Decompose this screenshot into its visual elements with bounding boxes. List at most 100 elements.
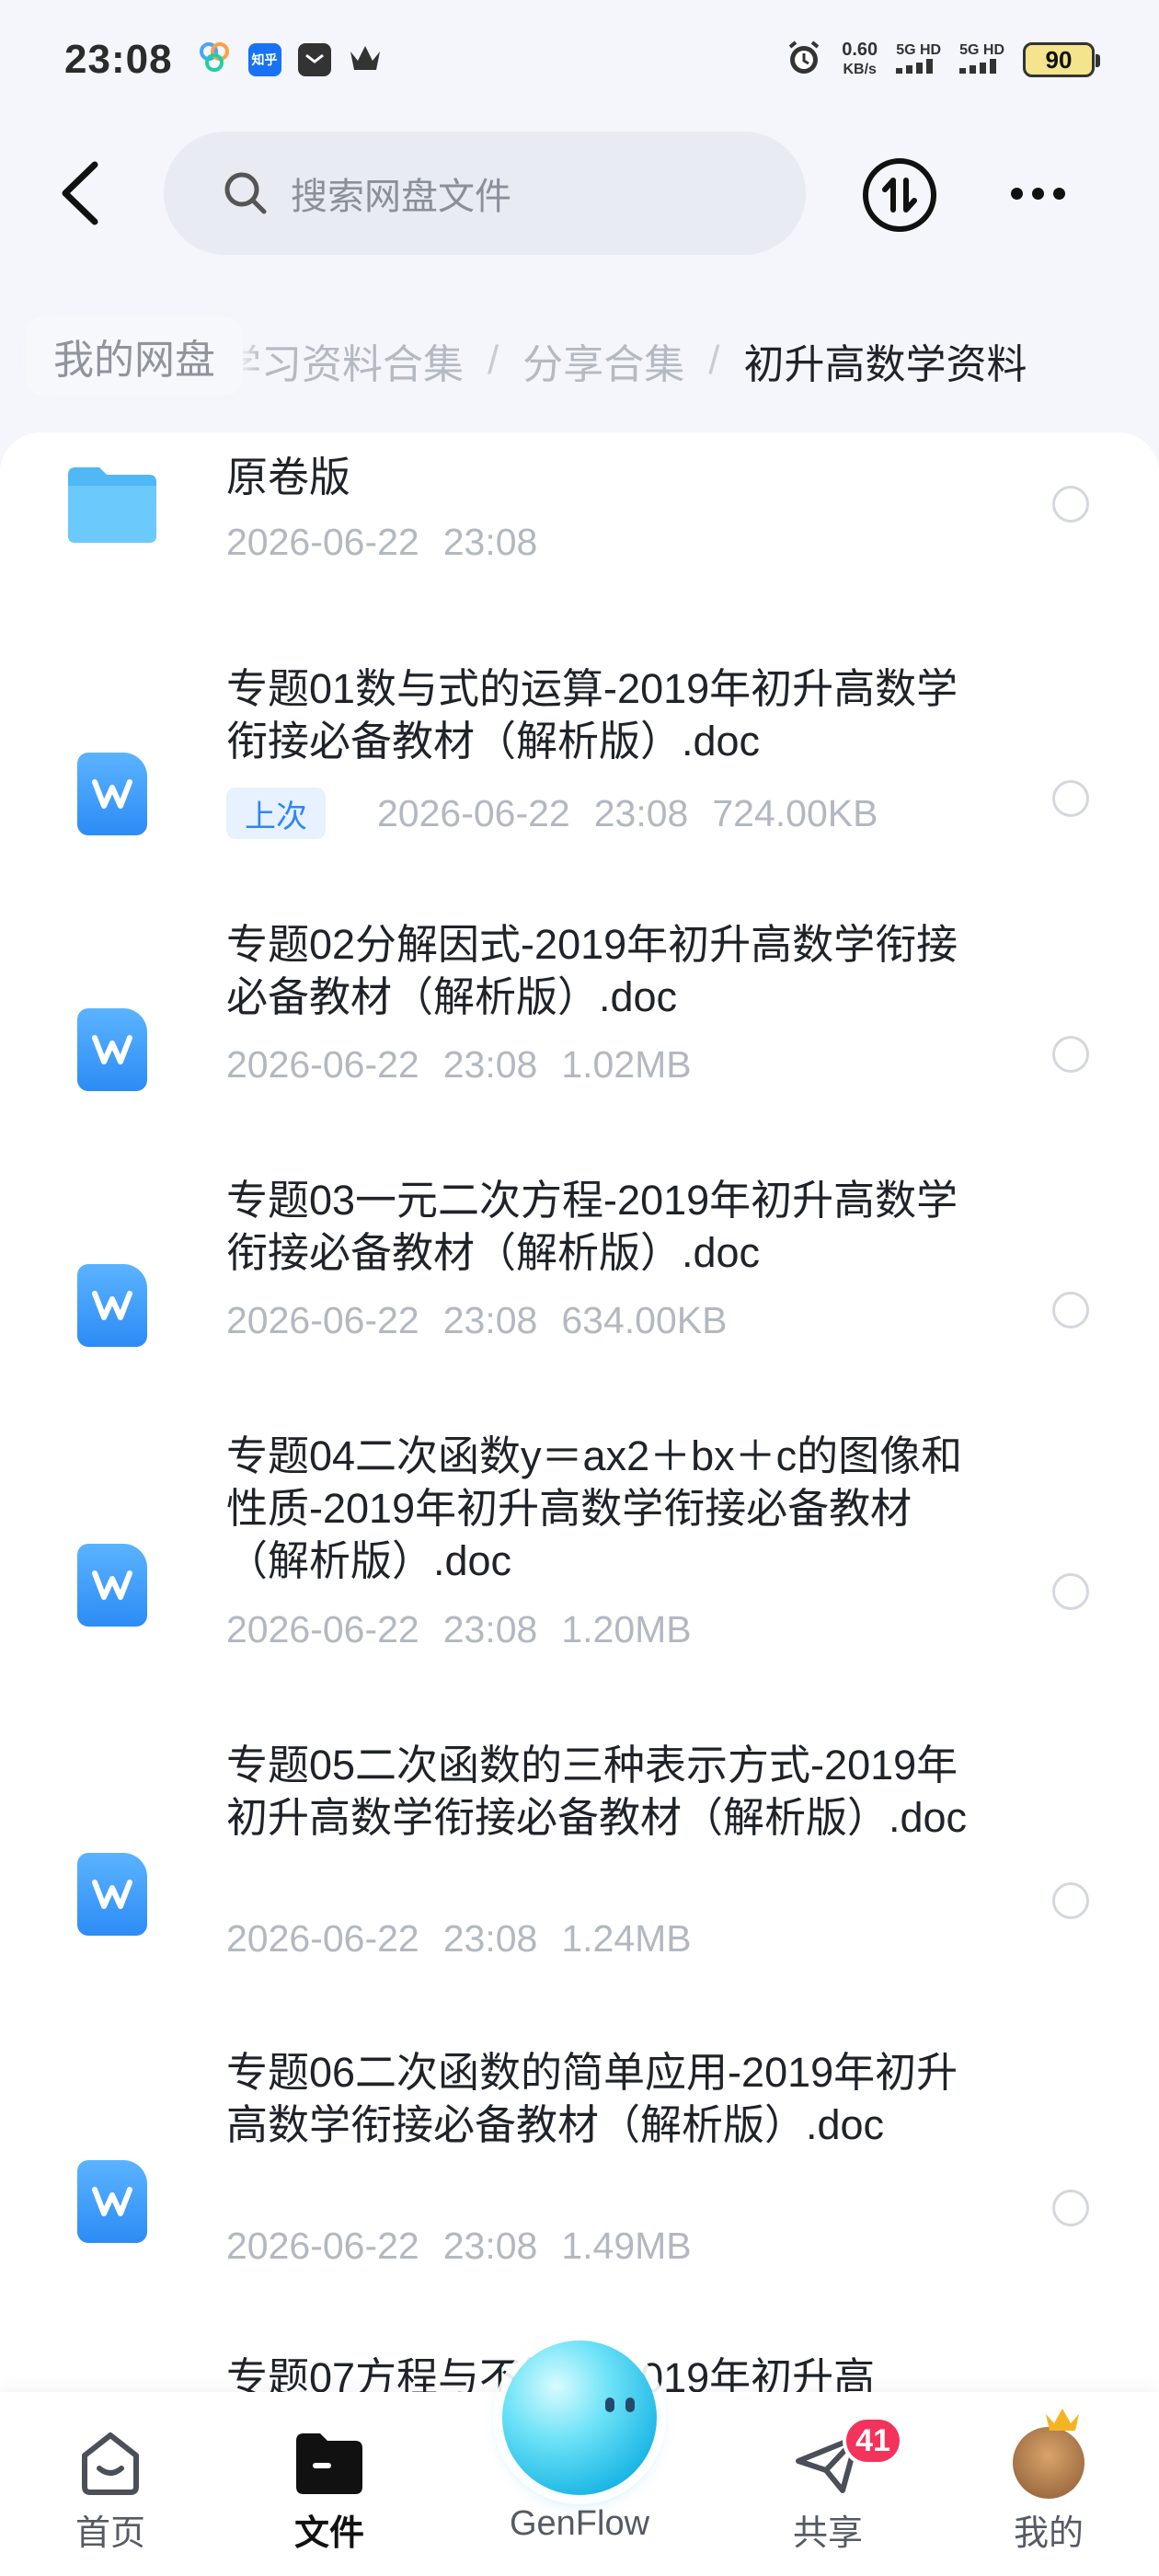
file-meta: 2026-06-22 23:08 1.20MB (226, 1608, 692, 1651)
nav-mine[interactable]: 我的 (957, 2392, 1141, 2576)
back-button[interactable] (48, 156, 112, 230)
breadcrumb-separator: / (708, 338, 720, 383)
file-name: 原卷版 (226, 454, 351, 500)
breadcrumb-root[interactable]: 我的网盘 (26, 316, 243, 396)
orb-eye-left (605, 2398, 614, 2412)
word-doc-icon (77, 1264, 147, 1347)
nav-home[interactable]: 首页 (18, 2392, 202, 2576)
avatar-icon (1013, 2409, 1084, 2499)
top-bar: 搜索网盘文件 (0, 129, 1159, 258)
breadcrumb-current: 初升高数学资料 (743, 342, 1027, 387)
genflow-icon[interactable] (502, 2340, 657, 2495)
mail-icon (297, 43, 331, 76)
word-doc-icon (77, 753, 147, 835)
file-date: 2026-06-22 (226, 1917, 419, 1960)
select-radio[interactable] (1052, 1292, 1089, 1328)
file-date: 2026-06-22 (226, 1043, 419, 1086)
file-size: 724.00KB (712, 791, 878, 834)
select-radio[interactable] (1052, 1573, 1089, 1610)
alarm-icon (785, 39, 823, 82)
list-item[interactable]: 专题02分解因式-2019年初升高数学衔接必备教材（解析版）.doc 2026-… (0, 918, 1159, 1167)
file-list: 原卷版 2026-06-22 23:08 专题01数与式的运算-2019年初升高… (0, 432, 1159, 2576)
more-icon (1010, 187, 1023, 200)
file-name: 专题05二次函数的三种表示方式-2019年初升高数学衔接必备教材（解析版）.do… (226, 1742, 968, 1841)
select-radio[interactable] (1052, 780, 1089, 817)
chevron-left-icon (62, 161, 98, 225)
more-icon-dot (1031, 187, 1044, 200)
list-item[interactable]: 专题05二次函数的三种表示方式-2019年初升高数学衔接必备教材（解析版）.do… (0, 1739, 1159, 2033)
file-size: 634.00KB (561, 1299, 728, 1341)
home-icon (74, 2425, 147, 2501)
word-doc-icon (77, 1544, 147, 1627)
file-size: 1.02MB (561, 1043, 692, 1086)
file-name: 专题03一元二次方程-2019年初升高数学衔接必备教材（解析版）.doc (226, 1177, 958, 1276)
file-name: 专题01数与式的运算-2019年初升高数学衔接必备教材（解析版）.doc (226, 665, 958, 765)
recent-tag: 上次 (226, 788, 326, 839)
file-meta: 2026-06-22 23:08 (226, 521, 537, 564)
zhihu-icon: 知乎 (247, 43, 281, 76)
signal-2: 5G HD (959, 42, 1004, 78)
file-time: 23:08 (442, 1608, 538, 1650)
nav-share[interactable]: 41 共享 (736, 2392, 920, 2576)
list-item[interactable]: 原卷版 2026-06-22 23:08 (0, 432, 1159, 635)
nav-label: GenFlow (509, 2504, 650, 2543)
more-icon-dot (1052, 187, 1065, 200)
list-item[interactable]: 专题01数与式的运算-2019年初升高数学衔接必备教材（解析版）.doc 上次 … (0, 662, 1159, 911)
file-time: 23:08 (442, 1917, 538, 1960)
file-time: 23:08 (593, 791, 689, 834)
more-button[interactable] (1001, 156, 1074, 230)
breadcrumb-trail: 学习资料合集 / 分享合集 / 初升高数学资料 (221, 331, 1027, 390)
folder-icon (68, 467, 156, 543)
nav-label: 首页 (75, 2514, 145, 2553)
select-radio[interactable] (1052, 1882, 1089, 1919)
file-time: 23:08 (442, 521, 538, 563)
network-speed: 0.60 KB/s (842, 40, 878, 77)
status-bar: 23:08 知乎 0.60 KB/s 5G HD 5G HD 90 (0, 0, 1159, 120)
file-size: 1.20MB (561, 1608, 692, 1650)
file-time: 23:08 (442, 1299, 538, 1341)
nav-label: 我的 (1013, 2514, 1084, 2553)
select-radio[interactable] (1052, 1036, 1089, 1073)
signal-1: 5G HD (896, 42, 941, 78)
crown-app-icon (348, 42, 383, 78)
search-icon (224, 172, 267, 214)
file-meta: 2026-06-22 23:08 1.49MB (226, 2225, 692, 2268)
transfer-button[interactable] (863, 158, 936, 232)
file-date: 2026-06-22 (226, 2225, 419, 2267)
search-placeholder: 搜索网盘文件 (291, 177, 511, 217)
breadcrumb: 学习资料合集 / 分享合集 / 初升高数学资料 我的网盘 (0, 313, 1159, 401)
pinwheel-icon (197, 40, 232, 80)
file-meta: 上次 2026-06-22 23:08 724.00KB (226, 788, 878, 839)
status-right: 0.60 KB/s 5G HD 5G HD 90 (785, 39, 1100, 82)
list-item[interactable]: 专题04二次函数y＝ax2＋bx＋c的图像和性质-2019年初升高数学衔接必备教… (0, 1430, 1159, 1724)
nav-label: 文件 (293, 2514, 364, 2553)
list-item[interactable]: 专题03一元二次方程-2019年初升高数学衔接必备教材（解析版）.doc 202… (0, 1174, 1159, 1422)
select-radio[interactable] (1052, 2190, 1089, 2226)
nav-label: 共享 (792, 2514, 863, 2553)
status-app-icons: 知乎 (197, 40, 383, 80)
breadcrumb-item[interactable]: 学习资料合集 (221, 331, 464, 390)
file-date: 2026-06-22 (377, 791, 570, 834)
nav-files[interactable]: 文件 (237, 2392, 421, 2576)
file-size: 1.24MB (561, 1917, 692, 1960)
list-item[interactable]: 专题06二次函数的简单应用-2019年初升高数学衔接必备教材（解析版）.doc … (0, 2046, 1159, 2340)
file-date: 2026-06-22 (226, 1299, 419, 1341)
breadcrumb-item[interactable]: 分享合集 (522, 331, 684, 390)
file-date: 2026-06-22 (226, 521, 419, 563)
folder-icon (293, 2425, 366, 2501)
file-name: 专题02分解因式-2019年初升高数学衔接必备教材（解析版）.doc (226, 921, 958, 1020)
orb-eye-right (625, 2398, 635, 2412)
file-date: 2026-06-22 (226, 1608, 419, 1650)
share-badge: 41 (843, 2416, 903, 2466)
transfer-icon (882, 178, 917, 213)
file-meta: 2026-06-22 23:08 1.24MB (226, 1917, 692, 1961)
select-radio[interactable] (1052, 486, 1089, 523)
send-icon: 41 (791, 2416, 903, 2501)
file-name: 专题06二次函数的简单应用-2019年初升高数学衔接必备教材（解析版）.doc (226, 2049, 958, 2148)
word-doc-icon (77, 2160, 147, 2243)
file-size: 1.49MB (561, 2225, 692, 2267)
file-time: 23:08 (442, 1043, 538, 1086)
search-input[interactable]: 搜索网盘文件 (164, 132, 806, 255)
battery-indicator: 90 (1023, 42, 1100, 77)
file-time: 23:08 (442, 2225, 538, 2267)
